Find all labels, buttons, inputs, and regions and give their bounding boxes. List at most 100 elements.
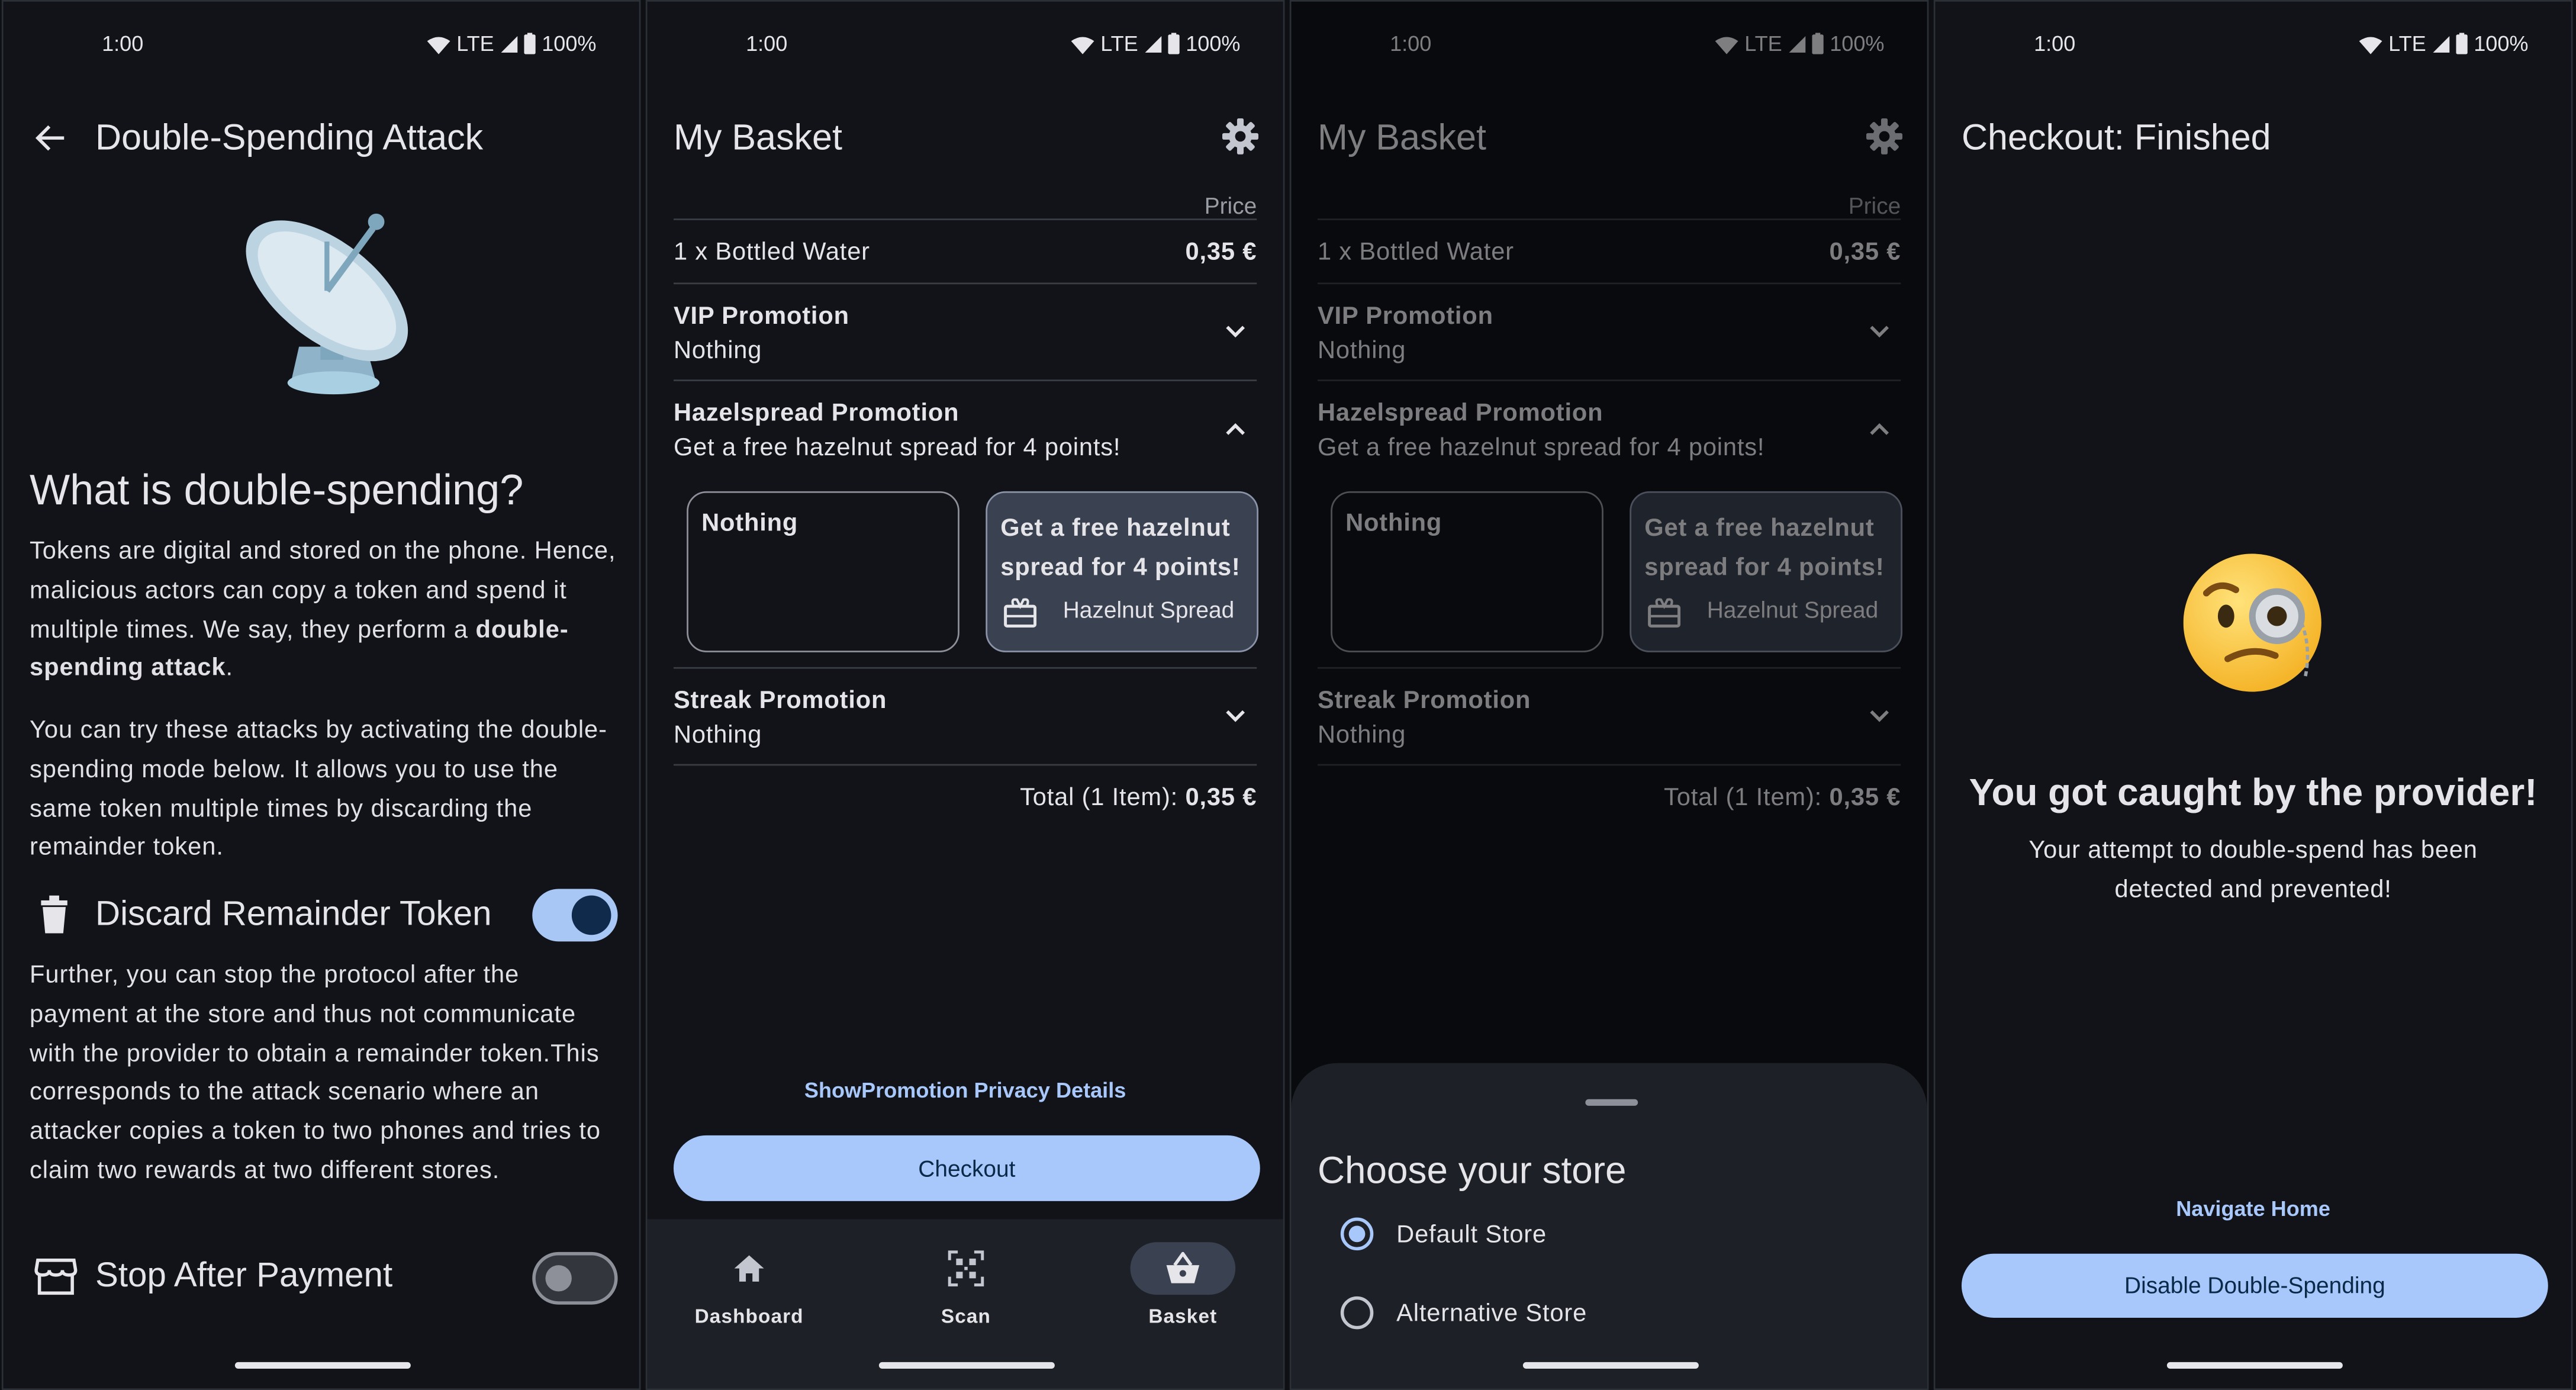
battery-icon [2455, 33, 2468, 54]
status-bar: 1:00 LTE 100% [4, 28, 639, 61]
chevron-down-icon [1224, 320, 1247, 343]
intro-paragraph: Tokens are digital and stored on the pho… [30, 532, 621, 688]
basket-total: Total (1 Item): 0,35 € [1020, 784, 1257, 812]
option-reward-label: Get a free hazelnut spread for 4 points! [1644, 514, 1885, 582]
discard-remainder-toggle[interactable] [532, 889, 618, 942]
gear-icon [1866, 118, 1903, 155]
basket-item-price: 0,35 € [1185, 238, 1257, 266]
basket-item-price: 0,35 € [1829, 238, 1901, 266]
option-nothing-label: Nothing [701, 509, 798, 538]
checkout-button[interactable]: Checkout [673, 1135, 1260, 1201]
basket-item: 1 x Bottled Water [1317, 238, 1514, 266]
streak-promotion-value: Nothing [673, 721, 762, 749]
wifi-icon [2359, 36, 2382, 54]
nav-basket-label: Basket [1148, 1304, 1218, 1328]
back-arrow-icon[interactable] [33, 120, 69, 156]
signal-icon [1144, 35, 1161, 52]
mode-paragraph: You can try these attacks by activating … [29, 716, 608, 862]
streak-promotion-row: Streak Promotion Nothing [1292, 669, 1927, 764]
nav-scan[interactable]: Scan [884, 1219, 1048, 1328]
chevron-down-icon [1224, 705, 1247, 728]
vip-promotion-title: VIP Promotion [673, 302, 849, 330]
radio-selected[interactable] [1340, 1217, 1374, 1251]
page-title: Checkout: Finished [1961, 117, 2271, 158]
radio-unselected[interactable] [1340, 1296, 1374, 1330]
battery-label: 100% [1830, 31, 1885, 56]
store-option-default[interactable]: Default Store [1292, 1208, 1927, 1263]
status-bar: 1:00 LTE 100% [1936, 28, 2571, 61]
toggle-knob [571, 895, 611, 935]
gift-card-icon [1004, 595, 1037, 628]
disable-double-spending-button[interactable]: Disable Double-Spending [1961, 1253, 2548, 1318]
battery-label: 100% [542, 31, 597, 56]
store-bottom-sheet: Choose your store Default Store Alternat… [1291, 1063, 1927, 1389]
streak-promotion-value: Nothing [1317, 721, 1406, 749]
screen-choose-store: 1:00 LTE 100% My Basket Price 1 x Bottle… [1289, 0, 1929, 1390]
home-indicator[interactable] [2166, 1362, 2343, 1369]
store-option-alternative[interactable]: Alternative Store [1292, 1286, 1927, 1342]
battery-label: 100% [2474, 31, 2529, 56]
hazelspread-promotion-title: Hazelspread Promotion [673, 399, 959, 427]
hazelspread-promotion-row: Hazelspread Promotion Get a free hazelnu… [1292, 381, 1927, 477]
battery-label: 100% [1186, 31, 1241, 56]
stop-paragraph: Further, you can stop the protocol after… [29, 961, 601, 1185]
option-nothing-label: Nothing [1345, 509, 1442, 538]
option-reward-item: Hazelnut Spread [1706, 596, 1879, 623]
navigate-home-link[interactable]: Navigate Home [1936, 1196, 2571, 1221]
status-time: 1:00 [2034, 31, 2076, 56]
option-reward-card[interactable]: Get a free hazelnut spread for 4 points!… [986, 491, 1259, 652]
sheet-title: Choose your store [1317, 1148, 1627, 1192]
vip-promotion-title: VIP Promotion [1317, 302, 1493, 330]
home-indicator[interactable] [234, 1362, 411, 1369]
caught-message: Your attempt to double-spend has been de… [2028, 836, 2478, 904]
stop-after-payment-toggle[interactable] [532, 1251, 618, 1305]
status-time: 1:00 [746, 31, 788, 56]
store-option-label: Alternative Store [1396, 1299, 1588, 1328]
chevron-down-icon [1868, 705, 1891, 728]
option-nothing-card[interactable]: Nothing [687, 491, 959, 652]
chevron-up-icon [1868, 417, 1891, 440]
chevron-down-icon [1868, 320, 1891, 343]
vip-promotion-row[interactable]: VIP Promotion Nothing [648, 284, 1283, 379]
option-nothing-card: Nothing [1331, 491, 1603, 652]
basket-item: 1 x Bottled Water [673, 238, 870, 266]
vip-promotion-value: Nothing [673, 336, 762, 365]
option-reward-card: Get a free hazelnut spread for 4 points!… [1630, 491, 1903, 652]
stop-after-payment-label: Stop After Payment [95, 1257, 393, 1295]
intro-text-end: . [226, 654, 234, 683]
network-label: LTE [456, 31, 494, 56]
battery-icon [523, 33, 536, 54]
total-label: Total (1 Item): [1664, 783, 1822, 812]
nav-basket[interactable]: Basket [1101, 1219, 1266, 1328]
section-heading: What is double-spending? [29, 465, 524, 514]
total-value: 0,35 € [1185, 783, 1257, 812]
hazelspread-promotion-row[interactable]: Hazelspread Promotion Get a free hazelnu… [648, 381, 1283, 477]
screen-double-spending-attack: 1:00 LTE 100% Double-Spending Attack Wha… [1, 0, 641, 1390]
nav-scan-label: Scan [941, 1304, 991, 1328]
signal-icon [1788, 35, 1805, 52]
satellite-dish-icon [225, 199, 430, 404]
streak-promotion-title: Streak Promotion [1317, 687, 1531, 715]
page-title: My Basket [1317, 117, 1487, 158]
toggle-knob [545, 1265, 572, 1292]
network-label: LTE [1100, 31, 1138, 56]
screen-my-basket: 1:00 LTE 100% My Basket Price 1 x Bottle… [645, 0, 1285, 1390]
home-indicator[interactable] [1522, 1362, 1699, 1369]
streak-promotion-row[interactable]: Streak Promotion Nothing [648, 669, 1283, 764]
battery-icon [1167, 33, 1180, 54]
page-title: My Basket [673, 117, 843, 158]
status-time: 1:00 [1390, 31, 1432, 56]
home-indicator[interactable] [878, 1362, 1055, 1369]
gift-card-icon [1648, 595, 1681, 628]
sheet-drag-handle[interactable] [1585, 1099, 1638, 1106]
basket-total: Total (1 Item): 0,35 € [1664, 784, 1901, 812]
signal-icon [2432, 35, 2449, 52]
wifi-icon [1715, 36, 1738, 54]
gear-icon[interactable] [1222, 118, 1259, 155]
screen-checkout-finished: 1:00 LTE 100% Checkout: Finished You got… [1933, 0, 2573, 1390]
nav-dashboard[interactable]: Dashboard [667, 1219, 832, 1328]
divider [1317, 218, 1901, 220]
option-reward-label: Get a free hazelnut spread for 4 points! [1000, 514, 1241, 582]
privacy-details-link[interactable]: ShowPromotion Privacy Details [648, 1078, 1283, 1103]
hazelspread-promotion-title: Hazelspread Promotion [1317, 399, 1603, 427]
